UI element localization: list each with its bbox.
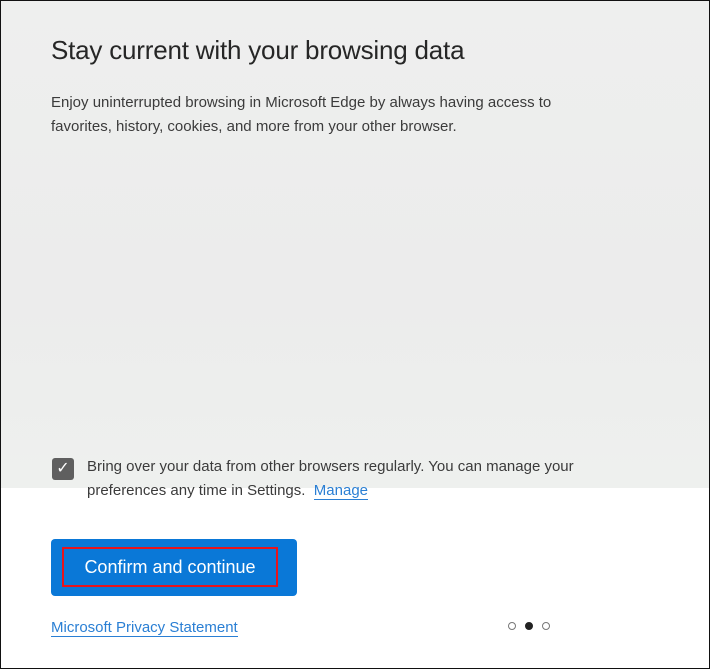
page-dot-1[interactable] [508, 622, 516, 630]
page-title: Stay current with your browsing data [51, 35, 465, 65]
confirm-and-continue-button[interactable]: Confirm and continue [51, 539, 297, 596]
manage-link[interactable]: Manage [313, 482, 369, 500]
hero-background [1, 1, 709, 488]
button-label: Confirm and continue [62, 547, 278, 587]
checkbox-label: Bring over your data from other browsers… [87, 455, 627, 503]
privacy-statement-link[interactable]: Microsoft Privacy Statement [51, 619, 238, 637]
dialog: Stay current with your browsing data Enj… [0, 0, 710, 669]
description: Enjoy uninterrupted browsing in Microsof… [51, 94, 552, 135]
sync-checkbox[interactable]: ✓ [52, 458, 74, 480]
page-indicator [508, 622, 550, 630]
checkmark-icon: ✓ [56, 460, 70, 477]
page-dot-2[interactable] [525, 622, 533, 630]
page-dot-3[interactable] [542, 622, 550, 630]
